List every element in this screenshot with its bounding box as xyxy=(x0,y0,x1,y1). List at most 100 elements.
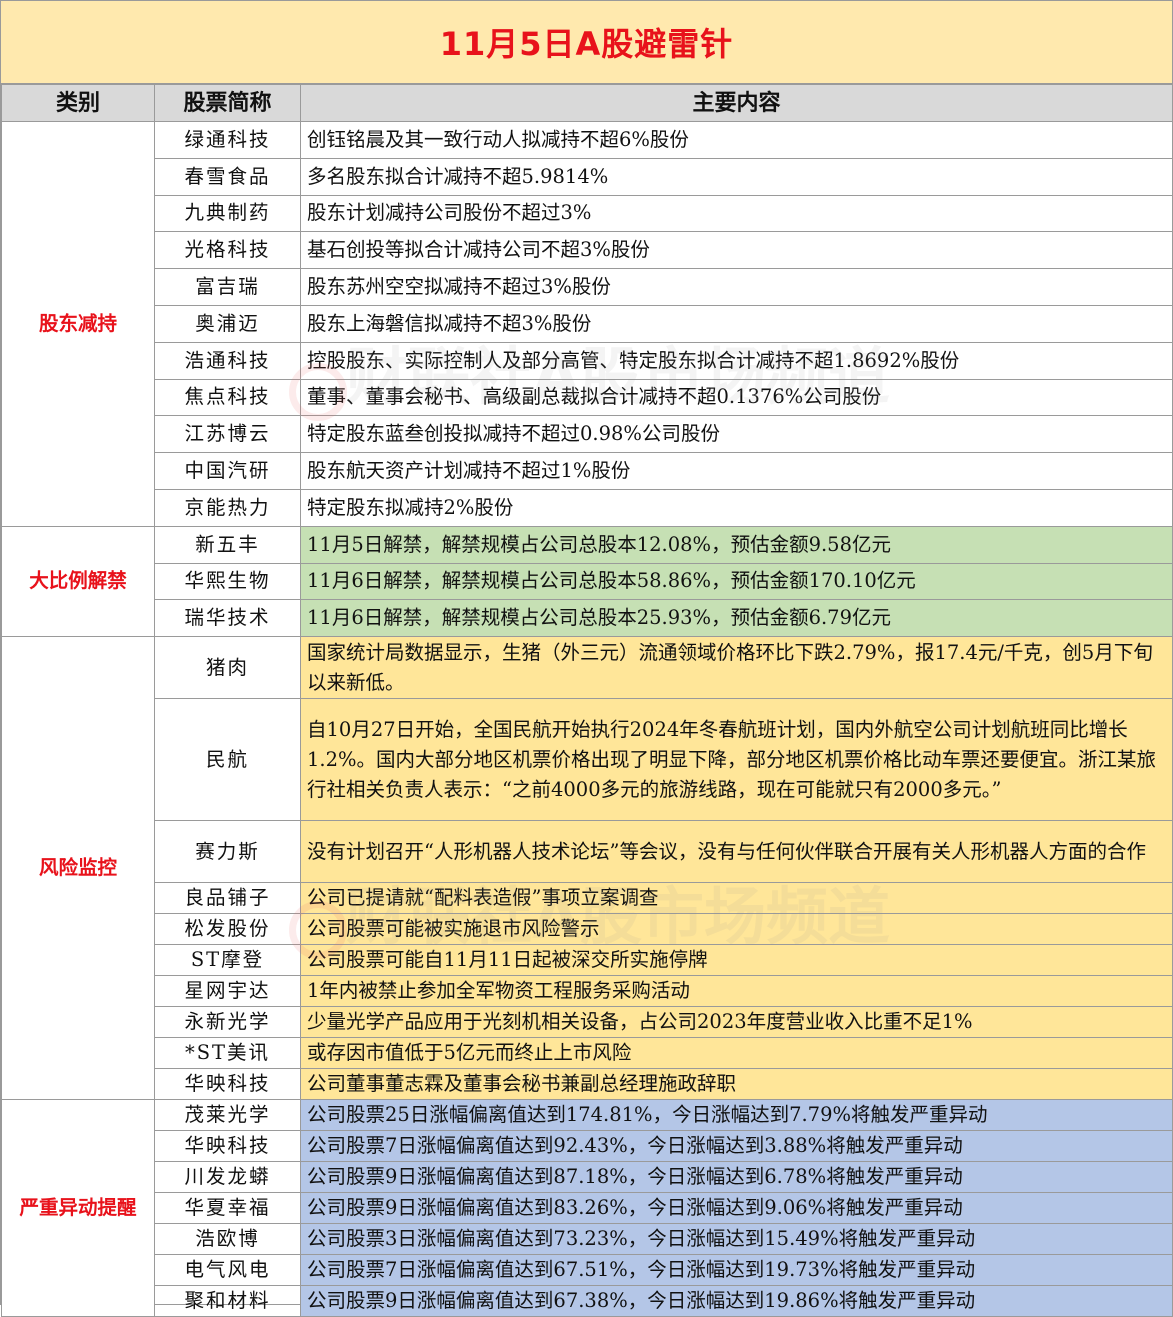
table-row: 九典制药 股东计划减持公司股份不超过3% xyxy=(2,194,1173,233)
stock-name: 九典制药 xyxy=(154,194,301,233)
table-row: 民航 自10月27日开始，全国民航开始执行2024年冬春航班计划，国内外航空公司计… xyxy=(2,698,1173,822)
table-row: 华映科技 公司股票7日涨幅偏离值达到92.43%，今日涨幅达到3.88%将触发严重… xyxy=(2,1130,1173,1163)
main-content: 1年内被禁止参加全军物资工程服务采购活动 xyxy=(300,975,1173,1008)
table-row: 焦点科技 董事、董事会秘书、高级副总裁拟合计减持不超0.1376%公司股份 xyxy=(2,378,1173,417)
stock-name: 华夏幸福 xyxy=(154,1192,301,1225)
page-title: 11月5日A股避雷针 xyxy=(1,1,1172,84)
stock-name: 川发龙蟒 xyxy=(154,1161,301,1194)
table-row: 严重异动提醒 茂莱光学 公司股票25日涨幅偏离值达到174.81%，今日涨幅达到7.… xyxy=(1,1099,1173,1317)
category-label: 股东减持 xyxy=(1,121,155,527)
main-content: 公司董事董志霖及董事会秘书兼副总经理施政辞职 xyxy=(300,1068,1173,1101)
table-row: 川发龙蟒 公司股票9日涨幅偏离值达到87.18%，今日涨幅达到6.78%将触发严重… xyxy=(2,1161,1173,1194)
stock-name: 猪肉 xyxy=(154,636,301,700)
table-row: 春雪食品 多名股东拟合计减持不超5.9814% xyxy=(2,157,1173,196)
table-row: 江苏博云 特定股东蓝叁创投拟减持不超过0.98%公司股份 xyxy=(2,415,1173,454)
table-row: 风险监控 猪肉 国家统计局数据显示，生猪（外三元）流通领域价格环比下跌2.79%，报… xyxy=(1,636,1173,1101)
table-row: *ST美讯 或存因市值低于5亿元而终止上市风险 xyxy=(2,1037,1173,1070)
avoid-mines-table-sheet: 11月5日A股避雷针 类别 股票简称 主要内容 股东减持 绿通科技 创钰铭晨及其一致… xyxy=(0,0,1173,1317)
main-content: 公司股票可能被实施退市风险警示 xyxy=(300,913,1173,946)
main-content: 特定股东拟减持2%股份 xyxy=(300,488,1173,527)
main-content: 股东上海磐信拟减持不超3%股份 xyxy=(300,304,1173,343)
stock-name: 华映科技 xyxy=(154,1068,301,1101)
stock-name: 良品铺子 xyxy=(154,882,301,915)
table-row: 星网宇达 1年内被禁止参加全军物资工程服务采购活动 xyxy=(2,975,1173,1008)
main-content: 基石创投等拟合计减持公司不超3%股份 xyxy=(300,231,1173,270)
main-content: 公司股票9日涨幅偏离值达到83.26%，今日涨幅达到9.06%将触发严重异动 xyxy=(300,1192,1173,1225)
main-content: 股东航天资产计划减持不超过1%股份 xyxy=(300,452,1173,490)
stock-name: 永新光学 xyxy=(154,1006,301,1039)
header-stock: 股票简称 xyxy=(154,84,301,122)
table-row: 股东减持 绿通科技 创钰铭晨及其一致行动人拟减持不超6%股份 xyxy=(1,121,1173,527)
stock-name: 新五丰 xyxy=(154,525,301,564)
main-content: 少量光学产品应用于光刻机相关设备，占公司2023年度营业收入比重不足1% xyxy=(300,1006,1173,1039)
table-row: 聚和材料 公司股票9日涨幅偏离值达到67.38%，今日涨幅达到19.86%将触发严… xyxy=(2,1285,1173,1317)
stock-name: 京能热力 xyxy=(154,488,301,527)
main-content: 11月6日解禁，解禁规模占公司总股本25.93%，预估金额6.79亿元 xyxy=(300,599,1173,638)
table-row: 瑞华技术 11月6日解禁，解禁规模占公司总股本25.93%，预估金额6.79亿元 xyxy=(2,599,1173,638)
table-row: 松发股份 公司股票可能被实施退市风险警示 xyxy=(2,913,1173,946)
stock-name: 江苏博云 xyxy=(154,415,301,454)
category-label: 大比例解禁 xyxy=(1,525,155,638)
table-row: 华熙生物 11月6日解禁，解禁规模占公司总股本58.86%，预估金额170.10亿… xyxy=(2,562,1173,601)
main-content: 自10月27日开始，全国民航开始执行2024年冬春航班计划，国内外航空公司计划航… xyxy=(300,698,1173,822)
main-content: 国家统计局数据显示，生猪（外三元）流通领域价格环比下跌2.79%，报17.4元/… xyxy=(300,636,1173,700)
header-category: 类别 xyxy=(1,84,155,122)
table-row: 浩欧博 公司股票3日涨幅偏离值达到73.23%，今日涨幅达到15.49%将触发严重… xyxy=(2,1223,1173,1256)
main-content: 公司股票25日涨幅偏离值达到174.81%，今日涨幅达到7.79%将触发严重异动 xyxy=(300,1099,1173,1132)
main-content: 11月6日解禁，解禁规模占公司总股本58.86%，预估金额170.10亿元 xyxy=(300,562,1173,601)
table-row: 赛力斯 没有计划召开“人形机器人技术论坛”等会议，没有与任何伙伴联合开展有关人形机… xyxy=(2,820,1173,884)
table-body: 股东减持 绿通科技 创钰铭晨及其一致行动人拟减持不超6%股份 春雪食品 多名股东拟合计减… xyxy=(1,121,1173,1317)
table-row: 大比例解禁 新五丰 11月5日解禁，解禁规模占公司总股本12.08%，预估金额9.5… xyxy=(1,525,1173,638)
stock-name: *ST美讯 xyxy=(154,1037,301,1070)
table-row: 浩通科技 控股股东、实际控制人及部分高管、特定股东拟合计减持不超1.8692%股份 xyxy=(2,341,1173,380)
main-content: 创钰铭晨及其一致行动人拟减持不超6%股份 xyxy=(300,121,1173,159)
main-content: 公司股票3日涨幅偏离值达到73.23%，今日涨幅达到15.49%将触发严重异动 xyxy=(300,1223,1173,1256)
table-row: 良品铺子 公司已提请就“配料表造假”事项立案调查 xyxy=(2,882,1173,915)
table-row: 电气风电 公司股票7日涨幅偏离值达到67.51%，今日涨幅达到19.73%将触发严… xyxy=(2,1254,1173,1287)
main-content: 多名股东拟合计减持不超5.9814% xyxy=(300,157,1173,196)
stock-name: 浩通科技 xyxy=(154,341,301,380)
table-row: 永新光学 少量光学产品应用于光刻机相关设备，占公司2023年度营业收入比重不足1% xyxy=(2,1006,1173,1039)
stock-name: 赛力斯 xyxy=(154,820,301,884)
stock-name: 华熙生物 xyxy=(154,562,301,601)
table-row: 华映科技 公司董事董志霖及董事会秘书兼副总经理施政辞职 xyxy=(2,1068,1173,1101)
stock-name: ST摩登 xyxy=(154,944,301,977)
main-content: 公司股票可能自11月11日起被深交所实施停牌 xyxy=(300,944,1173,977)
stock-name: 绿通科技 xyxy=(154,121,301,159)
category-label: 风险监控 xyxy=(1,636,155,1101)
risk-table: 类别 股票简称 主要内容 股东减持 绿通科技 创钰铭晨及其一致行动人拟减持不超6%股… xyxy=(1,84,1173,1317)
table-row: ST摩登 公司股票可能自11月11日起被深交所实施停牌 xyxy=(2,944,1173,977)
stock-name: 茂莱光学 xyxy=(154,1099,301,1132)
stock-name: 民航 xyxy=(154,698,301,822)
table-row: 光格科技 基石创投等拟合计减持公司不超3%股份 xyxy=(2,231,1173,270)
category-label: 严重异动提醒 xyxy=(1,1099,155,1317)
main-content: 公司股票7日涨幅偏离值达到67.51%，今日涨幅达到19.73%将触发严重异动 xyxy=(300,1254,1173,1287)
stock-name: 光格科技 xyxy=(154,231,301,270)
stock-name: 春雪食品 xyxy=(154,157,301,196)
header-content: 主要内容 xyxy=(300,84,1173,122)
main-content: 没有计划召开“人形机器人技术论坛”等会议，没有与任何伙伴联合开展有关人形机器人方… xyxy=(300,820,1173,884)
stock-name: 聚和材料 xyxy=(154,1285,301,1317)
main-content: 或存因市值低于5亿元而终止上市风险 xyxy=(300,1037,1173,1070)
stock-name: 中国汽研 xyxy=(154,452,301,490)
table-row: 奥浦迈 股东上海磐信拟减持不超3%股份 xyxy=(2,304,1173,343)
table-row: 华夏幸福 公司股票9日涨幅偏离值达到83.26%，今日涨幅达到9.06%将触发严重… xyxy=(2,1192,1173,1225)
main-content: 控股股东、实际控制人及部分高管、特定股东拟合计减持不超1.8692%股份 xyxy=(300,341,1173,380)
stock-name: 电气风电 xyxy=(154,1254,301,1287)
stock-name: 瑞华技术 xyxy=(154,599,301,638)
table-row: 中国汽研 股东航天资产计划减持不超过1%股份 xyxy=(2,452,1173,490)
main-content: 股东计划减持公司股份不超过3% xyxy=(300,194,1173,233)
main-content: 特定股东蓝叁创投拟减持不超过0.98%公司股份 xyxy=(300,415,1173,454)
main-content: 公司股票9日涨幅偏离值达到67.38%，今日涨幅达到19.86%将触发严重异动 xyxy=(300,1285,1173,1317)
main-content: 公司股票7日涨幅偏离值达到92.43%，今日涨幅达到3.88%将触发严重异动 xyxy=(300,1130,1173,1163)
main-content: 公司股票9日涨幅偏离值达到87.18%，今日涨幅达到6.78%将触发严重异动 xyxy=(300,1161,1173,1194)
table-row: 富吉瑞 股东苏州空空拟减持不超过3%股份 xyxy=(2,268,1173,306)
stock-name: 富吉瑞 xyxy=(154,268,301,306)
main-content: 11月5日解禁，解禁规模占公司总股本12.08%，预估金额9.58亿元 xyxy=(300,525,1173,564)
stock-name: 松发股份 xyxy=(154,913,301,946)
table-header-row: 类别 股票简称 主要内容 xyxy=(1,84,1173,122)
table-row: 京能热力 特定股东拟减持2%股份 xyxy=(2,488,1173,527)
main-content: 公司已提请就“配料表造假”事项立案调查 xyxy=(300,882,1173,915)
main-content: 股东苏州空空拟减持不超过3%股份 xyxy=(300,268,1173,306)
stock-name: 焦点科技 xyxy=(154,378,301,417)
